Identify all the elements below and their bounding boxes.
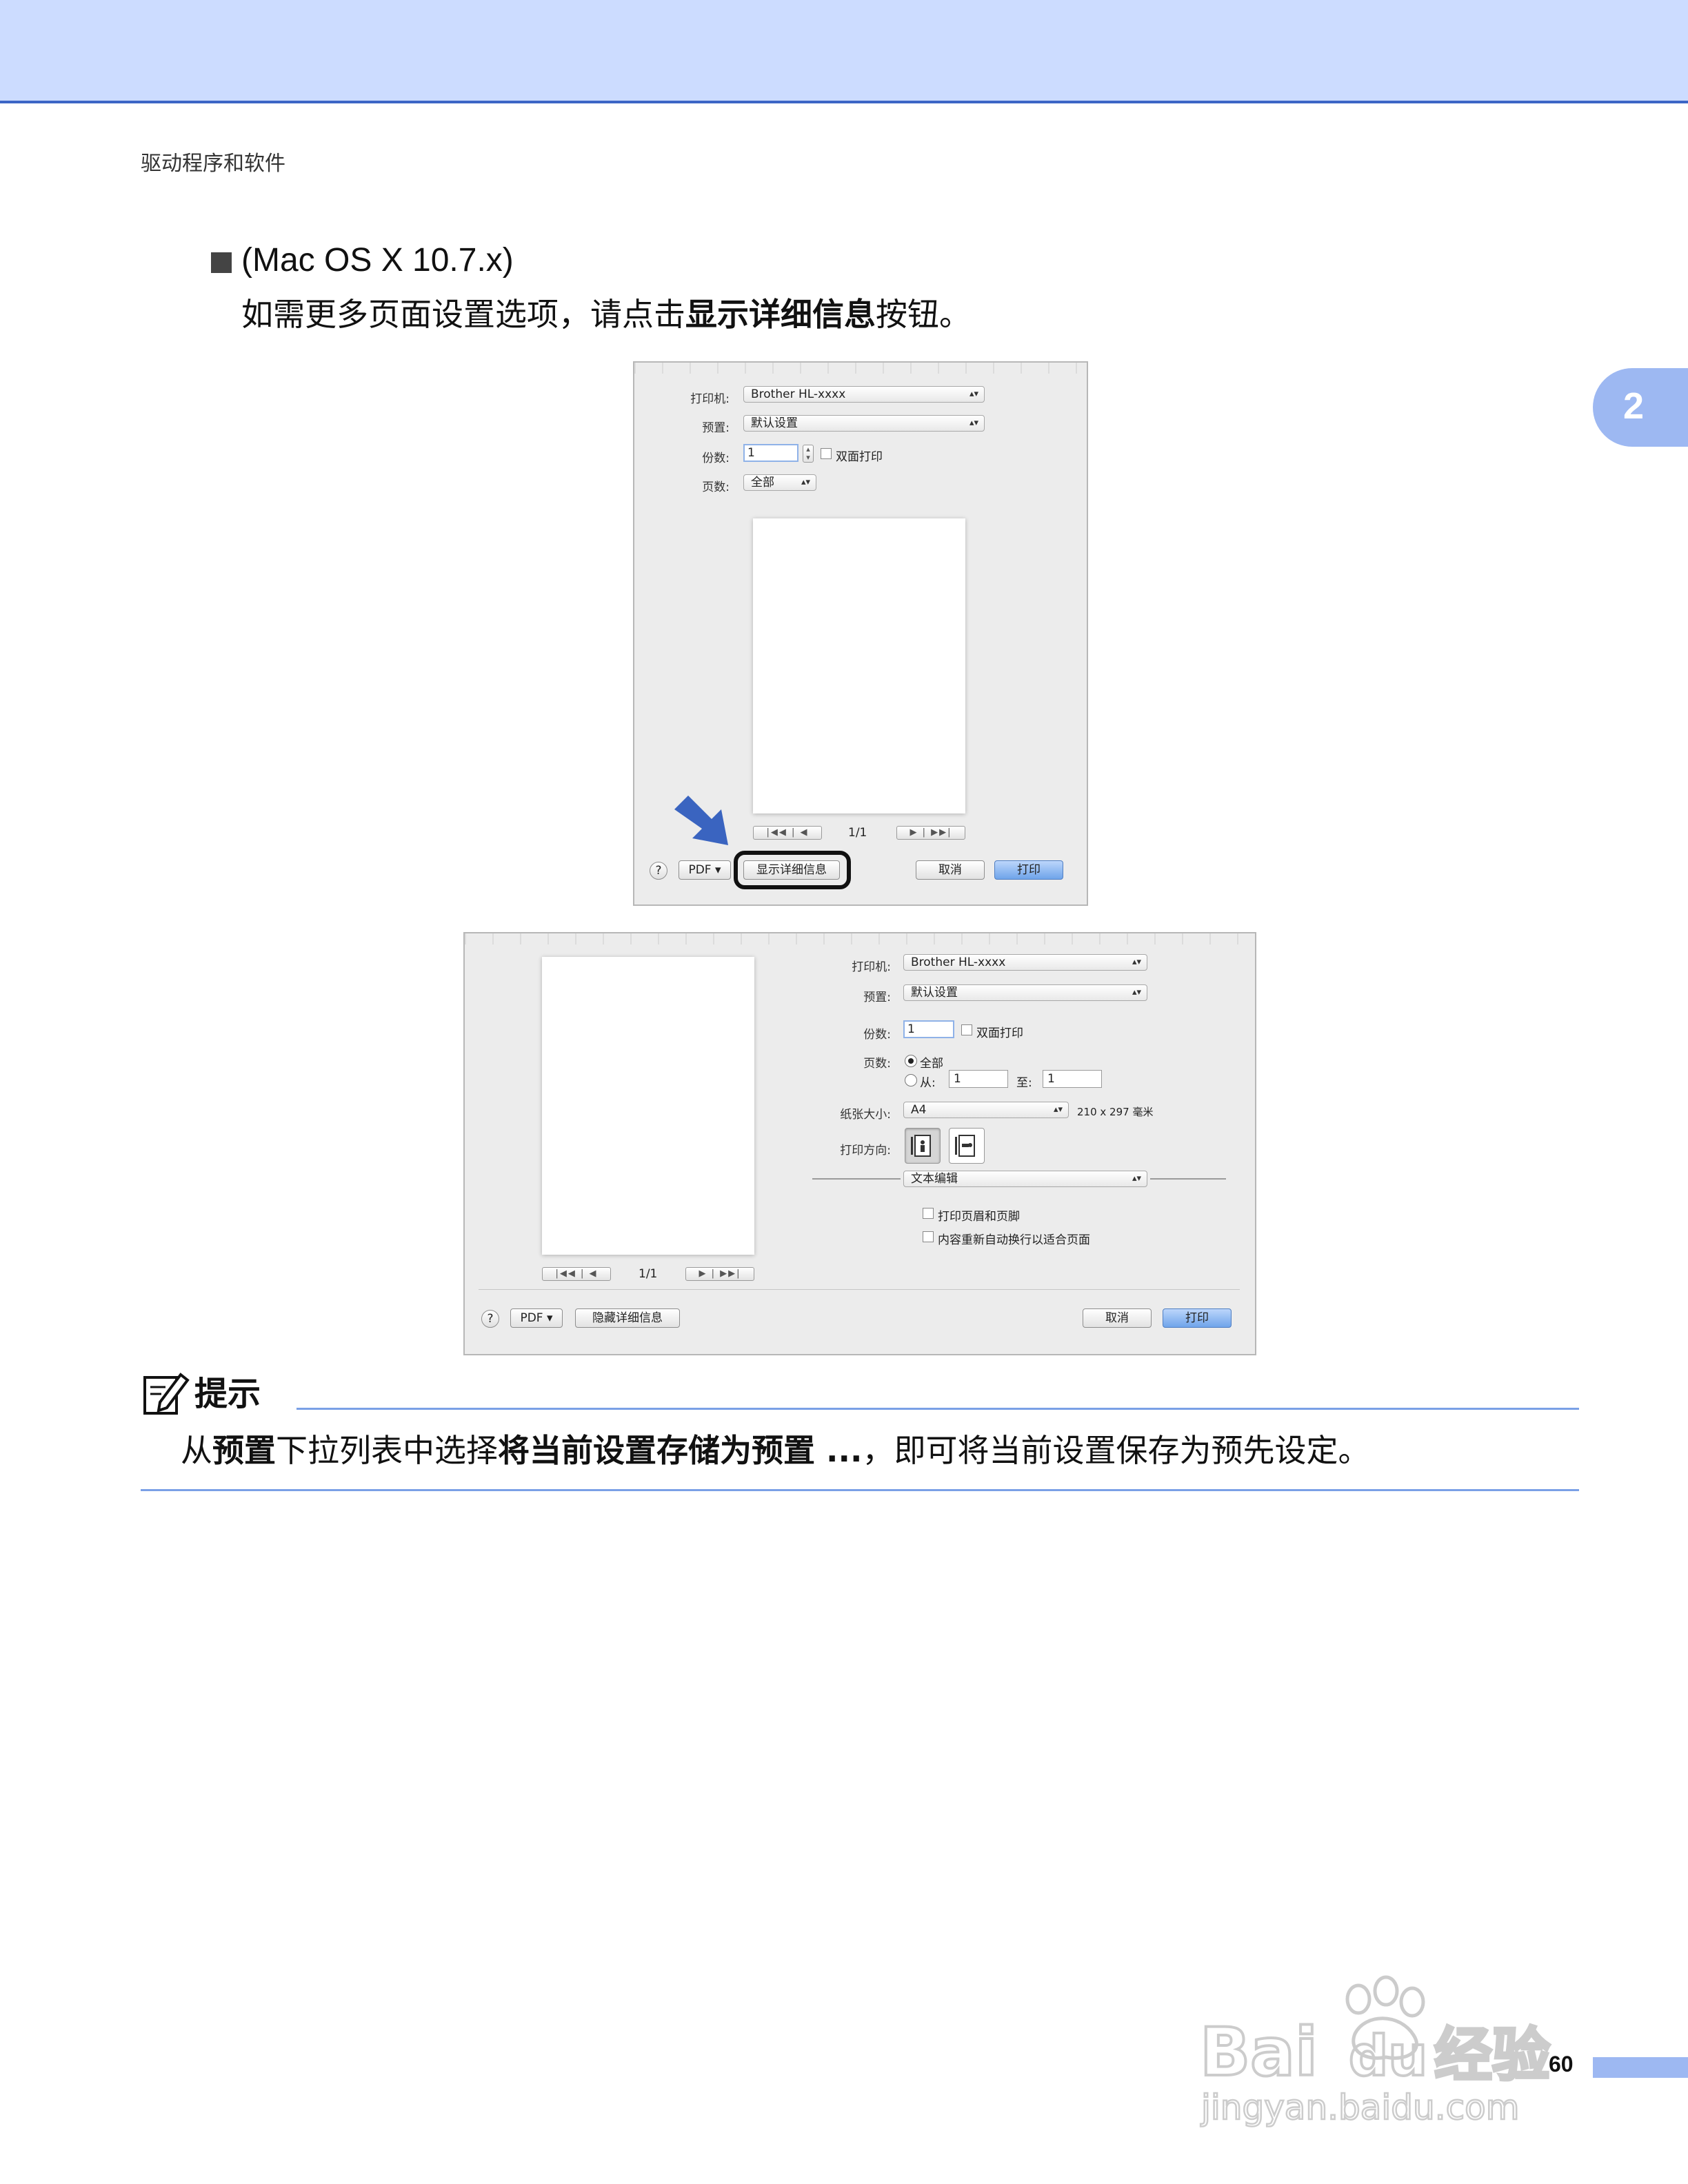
print-button[interactable]: 打印 [1163, 1308, 1232, 1328]
section-heading: (Mac OS X 10.7.x) [241, 242, 514, 279]
svg-text:du: du [1349, 2024, 1427, 2088]
help-button[interactable]: ? [481, 1310, 499, 1328]
print-dialog-compact: 打印机: Brother HL-xxxx ▴▾ 预置: 默认设置 ▴▾ 份数: 1 … [633, 361, 1088, 906]
updown-arrow-icon: ▴▾ [969, 418, 978, 428]
paper-size-label: 纸张大小: [840, 1108, 891, 1122]
chapter-tab: 2 [1593, 368, 1688, 447]
svg-text:Bai: Bai [1200, 2014, 1318, 2091]
copies-input[interactable]: 1 [903, 1020, 954, 1038]
separator-left [812, 1178, 901, 1180]
dialog-titlebar-ruler [465, 933, 1255, 944]
chapter-number: 2 [1623, 385, 1645, 427]
note-pencil-icon [143, 1373, 190, 1415]
tip-title: 提示 [194, 1375, 261, 1413]
tip-rule-bottom [141, 1489, 1579, 1491]
print-dialog-expanded: |◀◀ | ◀ 1/1 ▶ | ▶▶| 打印机: Brother HL-xxxx… [463, 932, 1256, 1355]
updown-arrow-icon: ▴▾ [1132, 1173, 1141, 1184]
pages-label: 页数: [863, 1057, 891, 1071]
orientation-label: 打印方向: [840, 1144, 891, 1157]
updown-arrow-icon: ▴▾ [969, 389, 978, 399]
page-indicator: 1/1 [639, 1267, 658, 1281]
next-page-buttons[interactable]: ▶ | ▶▶| [896, 826, 965, 840]
instruction-text: 如需更多页面设置选项，请点击显示详细信息按钮。 [241, 296, 971, 333]
cancel-button[interactable]: 取消 [916, 860, 985, 880]
copies-label: 份数: [702, 452, 730, 465]
help-button[interactable]: ? [650, 862, 667, 880]
headers-footers-label: 打印页眉和页脚 [938, 1210, 1020, 1224]
cancel-button[interactable]: 取消 [1083, 1308, 1152, 1328]
updown-arrow-icon: ▴▾ [1132, 957, 1141, 967]
copies-stepper[interactable]: ▴ ▾ [803, 445, 814, 463]
tip-text: 从预置下拉列表中选择将当前设置存储为预置 ...，即可将当前设置保存为预先设定。 [181, 1432, 1370, 1469]
to-input[interactable]: 1 [1043, 1070, 1102, 1088]
landscape-icon [955, 1135, 975, 1157]
page-preview [753, 518, 965, 813]
printer-label: 打印机: [852, 960, 891, 974]
updown-arrow-icon: ▴▾ [1132, 987, 1141, 998]
updown-arrow-icon: ▴▾ [1053, 1104, 1063, 1115]
page-indicator: 1/1 [848, 826, 867, 840]
pdf-menu-button[interactable]: PDF ▾ [679, 860, 731, 880]
pages-to-label: 至: [1016, 1076, 1032, 1090]
updown-arrow-icon: ▴▾ [801, 477, 810, 487]
page-preview [542, 957, 754, 1255]
paper-size-popup[interactable]: A4 ▴▾ [903, 1102, 1069, 1118]
pointer-arrow-icon [674, 796, 728, 845]
copies-label: 份数: [863, 1028, 891, 1042]
svg-text:jingyan.baidu.com: jingyan.baidu.com [1200, 2087, 1519, 2127]
bullet-square-icon [211, 252, 232, 273]
baidu-watermark-logo: Bai du 经验 jingyan.baidu.com [1186, 1972, 1600, 2130]
pages-popup[interactable]: 全部 ▴▾ [743, 474, 816, 491]
breadcrumb: 驱动程序和软件 [141, 152, 285, 176]
tip-rule-top [297, 1408, 1579, 1410]
print-button[interactable]: 打印 [994, 860, 1063, 880]
separator-right [1150, 1178, 1226, 1180]
portrait-orientation-button[interactable] [905, 1128, 941, 1164]
prev-page-buttons[interactable]: |◀◀ | ◀ [542, 1267, 611, 1281]
footer-band [1593, 2057, 1688, 2078]
next-page-buttons[interactable]: ▶ | ▶▶| [685, 1267, 754, 1281]
header-band [0, 0, 1688, 103]
svg-text:经验: 经验 [1434, 2021, 1550, 2089]
pages-all-radio[interactable] [905, 1055, 917, 1067]
presets-popup[interactable]: 默认设置 ▴▾ [903, 984, 1147, 1001]
pages-from-label: 从: [920, 1076, 936, 1090]
two-sided-label: 双面打印 [836, 450, 883, 464]
show-details-button[interactable]: 显示详细信息 [743, 860, 840, 880]
copies-input[interactable]: 1 [743, 444, 798, 462]
presets-popup[interactable]: 默认设置 ▴▾ [743, 415, 985, 432]
footer-divider [479, 1289, 1240, 1290]
rewrap-label: 内容重新自动换行以适合页面 [938, 1233, 1090, 1247]
pages-all-label: 全部 [920, 1057, 943, 1071]
pages-range-radio[interactable] [905, 1074, 917, 1086]
from-input[interactable]: 1 [949, 1070, 1008, 1088]
two-sided-checkbox[interactable] [821, 448, 832, 459]
paper-dimensions: 210 x 297 毫米 [1077, 1106, 1154, 1118]
prev-page-buttons[interactable]: |◀◀ | ◀ [753, 826, 822, 840]
portrait-icon [911, 1135, 931, 1157]
printer-popup[interactable]: Brother HL-xxxx ▴▾ [903, 954, 1147, 971]
printer-popup[interactable]: Brother HL-xxxx ▴▾ [743, 386, 985, 403]
rewrap-checkbox[interactable] [923, 1231, 934, 1242]
printer-label: 打印机: [690, 392, 730, 406]
pages-label: 页数: [702, 481, 730, 494]
two-sided-label: 双面打印 [976, 1027, 1023, 1040]
headers-footers-checkbox[interactable] [923, 1208, 934, 1219]
presets-label: 预置: [863, 991, 891, 1004]
two-sided-checkbox[interactable] [961, 1024, 972, 1035]
presets-label: 预置: [702, 421, 730, 435]
pdf-menu-button[interactable]: PDF ▾ [510, 1308, 563, 1328]
landscape-orientation-button[interactable] [949, 1128, 985, 1164]
hide-details-button[interactable]: 隐藏详细信息 [575, 1308, 680, 1328]
app-section-popup[interactable]: 文本编辑 ▴▾ [903, 1171, 1147, 1187]
dialog-titlebar-ruler [634, 363, 1087, 374]
